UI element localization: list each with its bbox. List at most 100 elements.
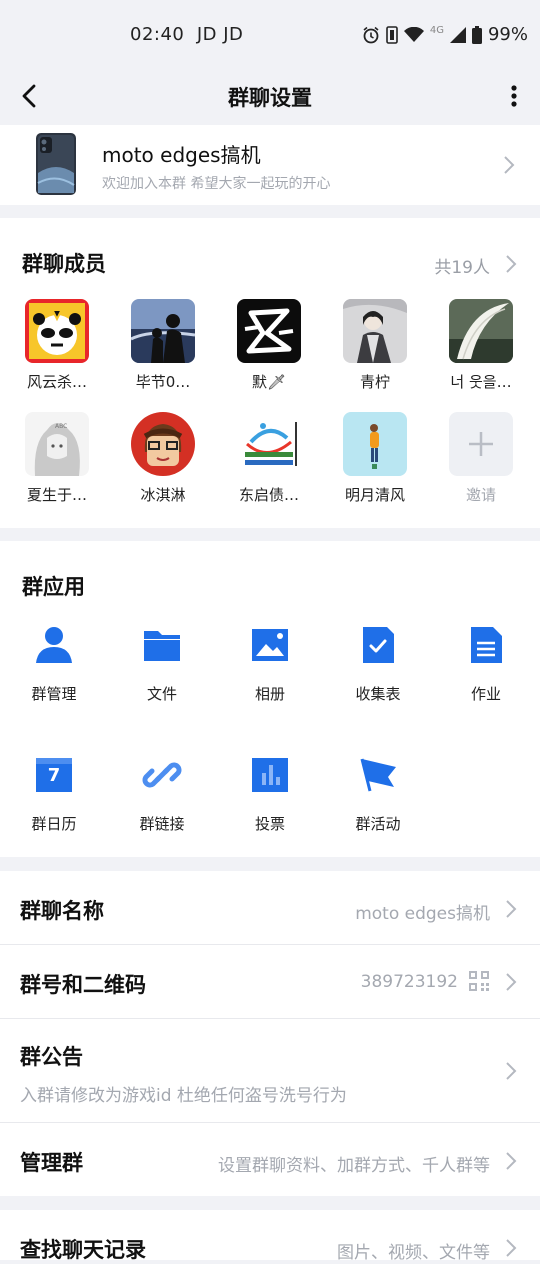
member-name: 毕节0…: [135, 373, 191, 391]
app-label: 收集表: [355, 685, 401, 703]
chevron-right-icon: [506, 973, 517, 991]
settings-search-history-row[interactable]: 查找聊天记录 图片、视频、文件等: [0, 1210, 540, 1263]
page-title: 群聊设置: [228, 86, 312, 110]
status-bar: 02:40 JD JD 4G 99%: [0, 0, 540, 70]
flag-icon: [360, 758, 396, 792]
members-count[interactable]: 共19人: [434, 253, 490, 278]
qr-code-icon: [469, 971, 489, 991]
member-item[interactable]: 默🗡: [219, 299, 319, 392]
chevron-right-icon: [506, 1062, 517, 1080]
row-label: 管理群: [20, 1151, 83, 1175]
member-avatar: [237, 299, 301, 363]
app-label: 作业: [470, 685, 501, 703]
row-label: 群聊名称: [20, 899, 104, 923]
member-avatar: [237, 412, 301, 476]
member-item[interactable]: 毕节0…: [113, 299, 213, 392]
group-name: moto edges搞机: [102, 143, 261, 167]
chevron-right-icon: [506, 1239, 517, 1257]
app-label: 群活动: [355, 815, 401, 833]
network-type: 4G: [429, 25, 444, 36]
app-group-management[interactable]: 群管理: [4, 625, 104, 704]
more-options-icon[interactable]: [502, 78, 526, 114]
app-album[interactable]: 相册: [220, 625, 320, 704]
poll-icon: [252, 758, 288, 792]
app-label: 群日历: [31, 815, 77, 833]
plus-icon: [449, 412, 513, 476]
member-avatar: [343, 299, 407, 363]
app-calendar[interactable]: 7 群日历: [4, 755, 104, 834]
member-avatar: [343, 412, 407, 476]
row-value: moto edges搞机: [355, 904, 490, 924]
status-time: 02:40 JD JD: [130, 24, 244, 45]
member-avatar: [131, 412, 195, 476]
row-value: 389723192: [360, 972, 458, 992]
chevron-right-icon: [504, 156, 515, 174]
group-avatar: [36, 133, 76, 195]
battery-icon: [471, 25, 482, 44]
member-avatar: [25, 299, 89, 363]
member-item[interactable]: 冰淇淋: [113, 412, 213, 505]
member-item[interactable]: 东启债…: [219, 412, 319, 505]
chevron-right-icon: [506, 900, 517, 918]
nav-bar: 群聊设置: [0, 70, 540, 125]
member-avatar: [449, 299, 513, 363]
svg-text:ABC: ABC: [55, 423, 67, 430]
row-label: 群公告: [20, 1045, 83, 1069]
signal-icon: [449, 26, 466, 43]
app-files[interactable]: 文件: [112, 625, 212, 704]
settings-manage-row[interactable]: 管理群 设置群聊资料、加群方式、千人群等: [0, 1123, 540, 1196]
row-value: 图片、视频、文件等: [337, 1243, 490, 1263]
member-name: 冰淇淋: [140, 486, 186, 504]
invite-member-button[interactable]: 邀请: [431, 412, 531, 505]
settings-announcement-row[interactable]: 群公告 入群请修改为游戏id 杜绝任何盗号洗号行为: [0, 1019, 540, 1122]
member-item[interactable]: 风云杀…: [7, 299, 107, 392]
settings-group-name-row[interactable]: 群聊名称 moto edges搞机: [0, 871, 540, 944]
alarm-icon: [363, 26, 379, 43]
members-card: 群聊成员 共19人 风云杀… 毕节0… 默🗡 青柠 너 웃을… ABC 夏生于……: [0, 218, 540, 528]
member-name: 夏生于…: [26, 486, 87, 504]
members-title: 群聊成员: [22, 252, 106, 276]
app-label: 投票: [254, 815, 285, 833]
app-group-activity[interactable]: 群活动: [328, 755, 428, 834]
app-label: 文件: [146, 685, 177, 703]
vibrate-icon: [386, 25, 398, 44]
member-name: 너 웃을…: [450, 373, 512, 391]
member-name: 风云杀…: [26, 373, 87, 391]
settings-group-number-row[interactable]: 群号和二维码 389723192: [0, 945, 540, 1018]
row-value: 设置群聊资料、加群方式、千人群等: [218, 1156, 490, 1176]
apps-title: 群应用: [22, 575, 85, 599]
member-item[interactable]: 青柠: [325, 299, 425, 392]
member-name: 青柠: [359, 373, 390, 391]
chevron-right-icon[interactable]: [504, 254, 518, 274]
member-name: 明月清风: [344, 486, 405, 504]
wifi-icon: [403, 26, 424, 42]
chevron-right-icon: [506, 1152, 517, 1170]
battery-percent: 99%: [487, 24, 528, 45]
status-icons: 4G 99%: [362, 24, 528, 45]
app-collection-form[interactable]: 收集表: [328, 625, 428, 704]
group-profile-card[interactable]: moto edges搞机 欢迎加入本群 希望大家一起玩的开心: [0, 125, 540, 205]
group-description: 欢迎加入本群 希望大家一起玩的开心: [102, 176, 331, 192]
group-apps-card: 群应用 群管理 文件 相册 收集表 作业 7 群日历 群链接 投票 群活动: [0, 541, 540, 857]
person-icon: [36, 627, 72, 663]
document-icon: [471, 627, 502, 663]
member-item[interactable]: ABC 夏生于…: [7, 412, 107, 505]
member-name: 东启债…: [238, 486, 299, 504]
member-item[interactable]: 明月清风: [325, 412, 425, 505]
app-label: 相册: [254, 685, 285, 703]
calendar-day: 7: [47, 765, 61, 786]
app-group-link[interactable]: 群链接: [112, 755, 212, 834]
member-item[interactable]: 너 웃을…: [431, 299, 531, 392]
app-poll[interactable]: 投票: [220, 755, 320, 834]
app-homework[interactable]: 作业: [436, 625, 536, 704]
member-avatar: ABC: [25, 412, 89, 476]
member-avatar: [131, 299, 195, 363]
app-label: 群管理: [31, 685, 77, 703]
announcement-text: 入群请修改为游戏id 杜绝任何盗号洗号行为: [20, 1086, 347, 1106]
row-label: 群号和二维码: [20, 973, 146, 997]
photo-icon: [252, 629, 288, 661]
member-name: 默🗡: [251, 373, 287, 391]
form-check-icon: [363, 627, 394, 663]
folder-icon: [144, 631, 180, 661]
invite-label: 邀请: [465, 486, 496, 504]
